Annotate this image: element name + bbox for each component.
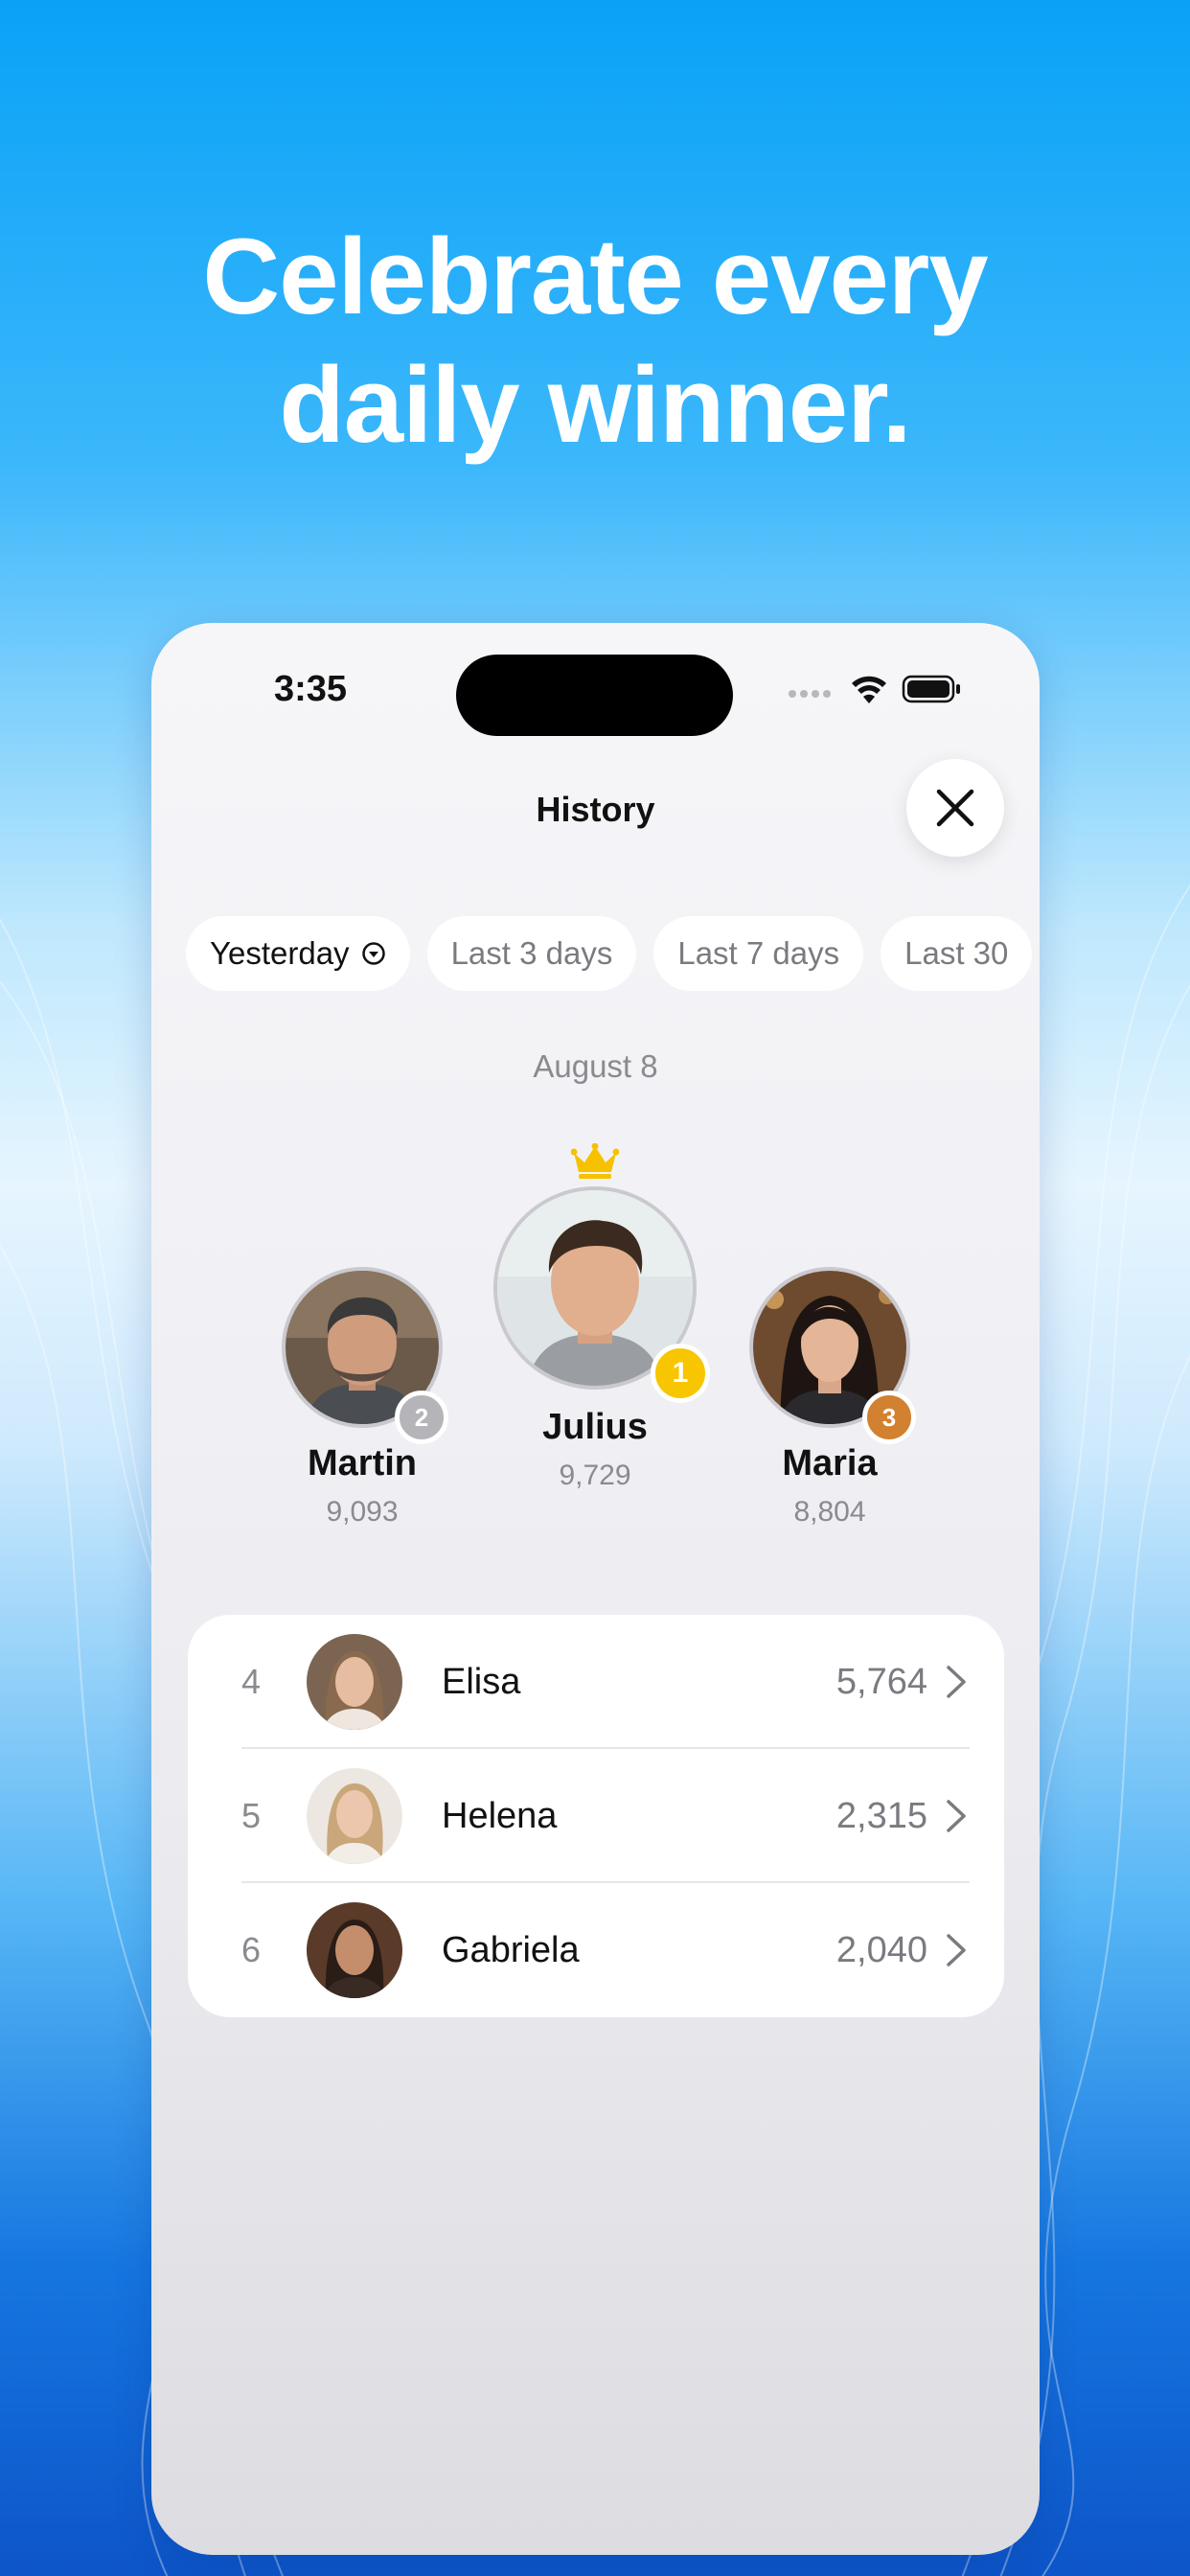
row-score: 5,764 (835, 1662, 927, 1702)
podium-third-name: Maria (782, 1443, 878, 1484)
person-photo-icon (307, 1902, 402, 1998)
rank-badge-label: 2 (414, 1402, 429, 1432)
phone-screen: 3:35 History Yesterday Last 3 days Last … (151, 623, 1040, 2555)
podium-second-score: 9,093 (326, 1496, 399, 1528)
podium-second-name: Martin (308, 1443, 417, 1484)
row-name: Gabriela (442, 1930, 580, 1970)
rank-badge-3: 3 (862, 1391, 916, 1444)
crown-icon (571, 1143, 619, 1179)
row-score: 2,040 (835, 1930, 927, 1970)
chevron-right-icon (947, 1934, 966, 1966)
rank-badge-label: 3 (881, 1402, 897, 1432)
podium-first-name: Julius (542, 1407, 648, 1447)
podium: 1 2 3 Julius 9,729 Martin 9,093 Maria 8,… (151, 623, 1040, 1581)
rank-badge-label: 1 (672, 1357, 689, 1389)
avatar-elisa (307, 1634, 402, 1730)
leaderboard-row[interactable]: 6 Gabriela 2,040 (188, 1883, 1004, 2017)
leaderboard-list: 4 Elisa 5,764 5 Helena 2,315 6 Gabriela … (188, 1615, 1004, 2017)
row-name: Elisa (442, 1662, 521, 1702)
chevron-right-icon (947, 1666, 966, 1698)
rank-badge-2: 2 (395, 1391, 448, 1444)
row-rank: 5 (241, 1796, 262, 1835)
row-name: Helena (442, 1796, 558, 1836)
headline: Celebrate every daily winner. (0, 213, 1190, 470)
row-rank: 4 (241, 1662, 262, 1701)
avatar-helena (307, 1768, 402, 1864)
headline-line-2: daily winner. (279, 345, 911, 465)
rank-badge-1: 1 (651, 1344, 710, 1403)
person-photo-icon (307, 1768, 402, 1864)
headline-line-1: Celebrate every (202, 217, 988, 336)
leaderboard-row[interactable]: 4 Elisa 5,764 (188, 1615, 1004, 1749)
row-rank: 6 (241, 1930, 262, 1969)
podium-third-score: 8,804 (793, 1496, 866, 1528)
leaderboard-row[interactable]: 5 Helena 2,315 (188, 1749, 1004, 1883)
row-score: 2,315 (835, 1796, 927, 1836)
podium-first-score: 9,729 (559, 1460, 631, 1491)
chevron-right-icon (947, 1800, 966, 1832)
person-photo-icon (307, 1634, 402, 1730)
avatar-gabriela (307, 1902, 402, 1998)
